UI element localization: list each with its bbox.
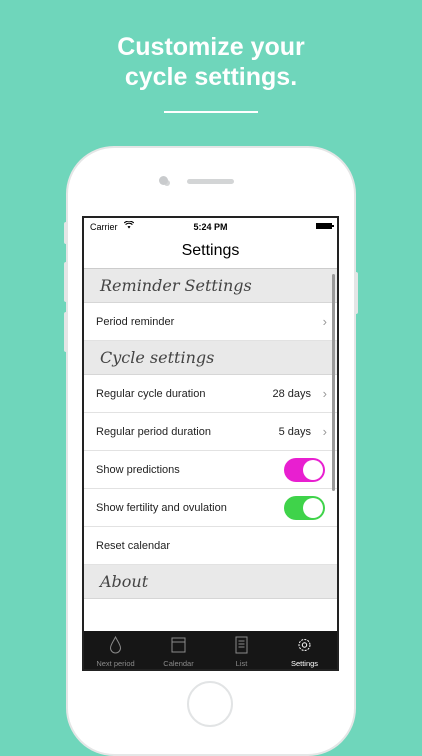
show-fertility-toggle[interactable]: [284, 496, 325, 520]
headline-divider: [164, 111, 258, 113]
tab-label: List: [235, 659, 248, 668]
status-bar: Carrier 5:24 PM: [84, 218, 337, 236]
phone-screen: Carrier 5:24 PM Settings Reminder Settin…: [82, 216, 339, 671]
period-reminder-label: Period reminder: [96, 316, 175, 328]
earpiece-speaker: [187, 179, 234, 184]
section-header-about: About: [84, 565, 337, 599]
period-reminder-row[interactable]: Period reminder ›: [84, 303, 337, 341]
period-duration-label: Regular period duration: [96, 426, 211, 438]
nav-bar: Settings: [84, 236, 337, 269]
front-camera: [159, 176, 168, 185]
tab-list[interactable]: List: [210, 631, 273, 669]
drop-icon: [109, 636, 122, 654]
reset-calendar-row[interactable]: Reset calendar: [84, 527, 337, 565]
chevron-right-icon: ›: [322, 424, 327, 439]
battery-icon: [316, 223, 334, 229]
tab-bar: Next period Calendar List Settings: [84, 631, 337, 669]
show-fertility-label: Show fertility and ovulation: [96, 502, 227, 514]
home-button[interactable]: [187, 681, 233, 727]
page-title: Settings: [181, 242, 240, 259]
toggle-knob: [303, 460, 323, 480]
promo-headline: Customize your cycle settings.: [0, 32, 422, 92]
show-fertility-row: Show fertility and ovulation: [84, 489, 337, 527]
cycle-duration-label: Regular cycle duration: [96, 388, 206, 400]
reset-calendar-label: Reset calendar: [96, 540, 170, 552]
section-header-reminder: Reminder Settings: [84, 269, 337, 303]
chevron-right-icon: ›: [322, 314, 327, 329]
cycle-duration-value: 28 days: [272, 388, 311, 400]
status-time: 5:24 PM: [193, 222, 228, 232]
calendar-icon: [171, 637, 186, 653]
chevron-right-icon: ›: [322, 386, 327, 401]
tab-label: Next period: [96, 659, 135, 668]
list-icon: [235, 636, 248, 654]
promo-headline-line2: cycle settings.: [124, 63, 298, 91]
settings-list[interactable]: Reminder Settings Period reminder › Cycl…: [84, 269, 337, 631]
period-duration-row[interactable]: Regular period duration 5 days ›: [84, 413, 337, 451]
scrollbar[interactable]: [332, 274, 335, 491]
toggle-knob: [303, 498, 323, 518]
show-predictions-row: Show predictions: [84, 451, 337, 489]
tab-next-period[interactable]: Next period: [84, 631, 147, 669]
gear-icon: [298, 639, 311, 651]
about-row[interactable]: [84, 599, 337, 631]
section-header-cycle: Cycle settings: [84, 341, 337, 375]
tab-calendar[interactable]: Calendar: [147, 631, 210, 669]
show-predictions-label: Show predictions: [96, 464, 180, 476]
tab-label: Calendar: [163, 659, 194, 668]
cycle-duration-row[interactable]: Regular cycle duration 28 days ›: [84, 375, 337, 413]
promo-headline-line1: Customize your: [117, 33, 305, 61]
show-predictions-toggle[interactable]: [284, 458, 325, 482]
period-duration-value: 5 days: [278, 426, 311, 438]
tab-settings[interactable]: Settings: [273, 631, 336, 669]
tab-label: Settings: [290, 659, 319, 668]
